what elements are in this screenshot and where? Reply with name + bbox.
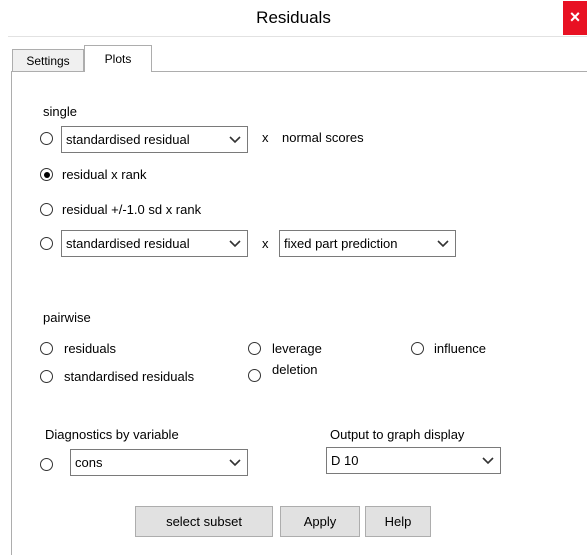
chevron-down-icon: [482, 457, 494, 465]
pairwise-leverage-label: leverage: [272, 341, 322, 356]
pairwise-heading: pairwise: [43, 310, 91, 325]
help-button[interactable]: Help: [365, 506, 431, 537]
chevron-down-icon: [229, 459, 241, 467]
single-residual-type-select-2[interactable]: standardised residual: [61, 230, 248, 257]
single-radio-fixed-part[interactable]: [40, 237, 53, 250]
times-label: x: [262, 236, 269, 251]
single-radio-normal-scores[interactable]: [40, 132, 53, 145]
pairwise-radio-deletion[interactable]: [248, 369, 261, 382]
pairwise-radio-standardised-residuals[interactable]: [40, 370, 53, 383]
output-heading: Output to graph display: [330, 427, 465, 442]
diagnostics-heading: Diagnostics by variable: [45, 427, 179, 442]
single-heading: single: [43, 104, 77, 119]
pairwise-radio-residuals[interactable]: [40, 342, 53, 355]
chevron-down-icon: [437, 240, 449, 248]
diagnostics-variable-select[interactable]: cons: [70, 449, 248, 476]
residual-sd-rank-label: residual +/-1.0 sd x rank: [62, 202, 202, 217]
pairwise-residuals-label: residuals: [64, 341, 117, 356]
pairwise-influence-label: influence: [434, 341, 487, 356]
apply-button[interactable]: Apply: [280, 506, 360, 537]
diagnostics-radio[interactable]: [40, 458, 53, 471]
select-value: standardised residual: [66, 236, 190, 251]
pairwise-radio-influence[interactable]: [411, 342, 424, 355]
pairwise-standardised-residuals-label: standardised residuals: [64, 369, 195, 384]
window-frame: [0, 36, 8, 555]
normal-scores-label: normal scores: [282, 130, 364, 145]
graph-display-select[interactable]: D 10: [326, 447, 501, 474]
select-subset-button[interactable]: select subset: [135, 506, 273, 537]
single-radio-residual-sd-rank[interactable]: [40, 203, 53, 216]
tab-settings[interactable]: Settings: [12, 49, 84, 71]
times-label: x: [262, 130, 269, 145]
select-value: D 10: [331, 453, 359, 468]
select-value: fixed part prediction: [284, 236, 398, 251]
pairwise-radio-leverage[interactable]: [248, 342, 261, 355]
fixed-part-select[interactable]: fixed part prediction: [279, 230, 456, 257]
single-radio-residual-rank[interactable]: [40, 168, 53, 181]
pairwise-deletion-label: deletion: [272, 362, 318, 377]
select-value: standardised residual: [66, 132, 190, 147]
window-title: Residuals: [256, 8, 331, 27]
chevron-down-icon: [229, 240, 241, 248]
single-residual-type-select-1[interactable]: standardised residual: [61, 126, 248, 153]
chevron-down-icon: [229, 136, 241, 144]
tab-plots[interactable]: Plots: [84, 45, 152, 72]
residual-rank-label: residual x rank: [62, 167, 147, 182]
close-icon[interactable]: ×: [563, 1, 587, 35]
select-value: cons: [75, 455, 103, 470]
